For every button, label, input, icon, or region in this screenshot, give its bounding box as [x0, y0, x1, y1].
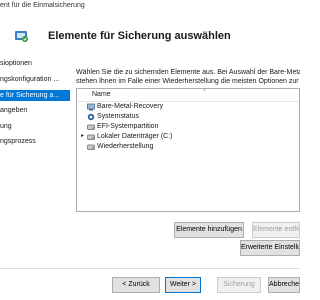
nav-step-label: angeben	[0, 107, 28, 114]
wizard-steps-nav: sioptionen ngskonfiguration ... e für Si…	[0, 58, 70, 218]
window-title: ent für die Einmalsicherung	[0, 2, 85, 9]
column-header-name: Name	[92, 91, 111, 98]
back-button[interactable]: < Zurück	[112, 277, 160, 293]
nav-step-backup-options[interactable]: sioptionen	[0, 58, 70, 69]
items-list[interactable]: Name ^ Bare-Metal-Recovery Systemstatus …	[76, 88, 300, 212]
remove-items-button[interactable]: Elemente entfe	[252, 222, 300, 238]
column-header[interactable]: Name ^	[77, 89, 299, 102]
list-item-label: EFI-Systempartition	[97, 123, 159, 130]
cancel-button[interactable]: Abbreche	[268, 277, 300, 293]
next-button[interactable]: Weiter >	[165, 277, 201, 293]
backup-wizard-icon	[14, 28, 29, 43]
system-state-icon	[87, 113, 95, 121]
nav-step-backup-progress[interactable]: ngsprozess	[0, 136, 70, 147]
list-item-local-disk-c[interactable]: ▸ Lokaler Datenträger (C:)	[77, 132, 299, 142]
nav-step-label: ung	[0, 123, 12, 130]
nav-step-select-items[interactable]: e für Sicherung a...	[0, 90, 70, 101]
advanced-settings-button[interactable]: Erweiterte Einstellun	[240, 240, 300, 256]
nav-step-label: ngsprozess	[0, 138, 36, 145]
sort-arrow-icon: ^	[203, 89, 206, 95]
page-title: Elemente für Sicherung auswählen	[48, 30, 231, 42]
list-item-efi-partition[interactable]: EFI-Systempartition	[77, 122, 299, 132]
nav-step-specify-destination[interactable]: angeben	[0, 105, 70, 116]
list-item-label: Bare-Metal-Recovery	[97, 103, 164, 110]
disk-drive-icon	[87, 133, 95, 141]
description-line: stehen Ihnen im Falle einer Wiederherste…	[76, 78, 300, 85]
list-item-bare-metal-recovery[interactable]: Bare-Metal-Recovery	[77, 102, 299, 112]
footer-divider	[0, 268, 300, 269]
efi-partition-icon	[87, 123, 95, 131]
bare-metal-recovery-icon	[87, 103, 95, 111]
expand-chevron-icon[interactable]: ▸	[81, 133, 86, 139]
list-item-label: Lokaler Datenträger (C:)	[97, 133, 173, 140]
description-line: Wählen Sie die zu sichernden Elemente au…	[76, 69, 300, 76]
nav-step-label: ngskonfiguration ...	[0, 76, 60, 83]
recovery-drive-icon	[87, 143, 95, 151]
nav-step-label: sioptionen	[0, 60, 32, 67]
nav-step-confirmation[interactable]: ung	[0, 121, 70, 132]
list-item-label: Systemstatus	[97, 113, 140, 120]
nav-step-backup-configuration[interactable]: ngskonfiguration ...	[0, 74, 70, 85]
add-items-button[interactable]: Elemente hinzufügen	[174, 222, 244, 238]
backup-button[interactable]: Sicherung	[217, 277, 261, 293]
description: Wählen Sie die zu sichernden Elemente au…	[76, 68, 300, 86]
nav-step-label: e für Sicherung a...	[0, 92, 60, 99]
list-item-system-state[interactable]: Systemstatus	[77, 112, 299, 122]
list-item-recovery[interactable]: Wiederherstellung	[77, 142, 299, 152]
title-bar: ent für die Einmalsicherung	[0, 0, 300, 16]
list-item-label: Wiederherstellung	[97, 143, 154, 150]
